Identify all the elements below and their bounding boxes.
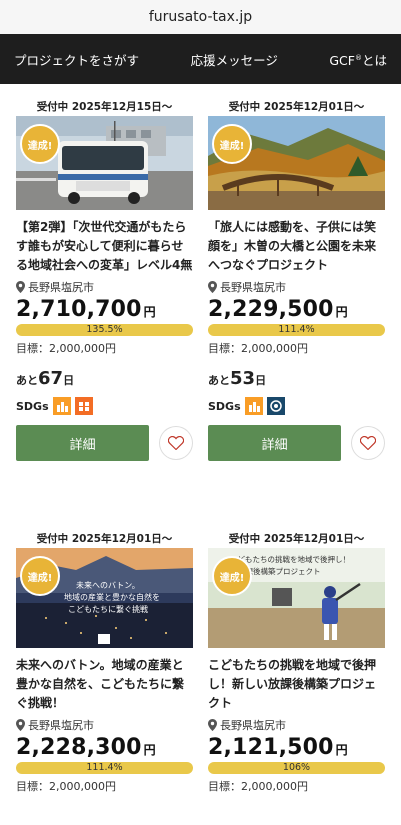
details-button[interactable]: 詳細 xyxy=(16,425,150,461)
remain-prefix: あと xyxy=(208,374,230,387)
yen-unit: 円 xyxy=(335,743,348,757)
progress-bar: 111.4% xyxy=(16,762,193,774)
sdgs-row: SDGs xyxy=(16,397,193,415)
achieved-badge: 達成! xyxy=(212,556,252,596)
progress-bar: 111.4% xyxy=(208,324,385,336)
project-title[interactable]: 【第2弾】「次世代交通がもたらす誰もが安心して便利に暮らせる地域社会への変革」レ… xyxy=(16,218,193,275)
sdg-goal-11-icon xyxy=(244,397,263,415)
card-actions: 詳細 xyxy=(16,425,193,461)
sdgs-label: SDGs xyxy=(208,399,241,413)
goal-amount: 目標：2,000,000円 xyxy=(208,780,308,793)
project-location: 長野県塩尻市 xyxy=(208,717,385,733)
svg-text:こどもたちの挑戦を地域で後押し！: こどもたちの挑戦を地域で後押し！ xyxy=(230,554,350,564)
achieved-badge: 達成! xyxy=(212,124,252,164)
project-card[interactable]: 受付中 2025年12月15日〜 達成! 【第2弾】「次世代交通がもたらす誰もが… xyxy=(16,98,193,461)
amount-value: 2,228,300 xyxy=(16,735,142,760)
location-pin-icon xyxy=(208,281,217,293)
location-pin-icon xyxy=(16,719,25,731)
remain-prefix: あと xyxy=(16,374,38,387)
accepting-date: 受付中 2025年12月01日〜 xyxy=(16,530,193,548)
days-remaining: あと67日 xyxy=(16,368,193,389)
details-button[interactable]: 詳細 xyxy=(208,425,342,461)
location-text: 長野県塩尻市 xyxy=(220,281,286,294)
raised-amount: 2,121,500 円 xyxy=(208,735,385,760)
heart-icon xyxy=(168,436,185,450)
remain-suffix: 日 xyxy=(63,374,75,387)
top-navigation: プロジェクトをさがす 応援メッセージ GCF®とは xyxy=(0,34,401,84)
days-remaining: あと53日 xyxy=(208,368,385,389)
achieved-badge: 達成! xyxy=(20,124,60,164)
project-image-bridge[interactable]: 達成! xyxy=(208,116,385,210)
sdg-goal-11-icon xyxy=(52,397,71,415)
project-card[interactable]: 受付中 2025年12月01日〜 こどもたちの挑戦を地域で後押し！ 放課後構築プ… xyxy=(208,530,385,794)
favorite-button[interactable] xyxy=(351,426,385,460)
project-title[interactable]: こどもたちの挑戦を地域で後押し！新しい放課後構築プロジェクト xyxy=(208,656,385,713)
accepting-date: 受付中 2025年12月01日〜 xyxy=(208,530,385,548)
sdgs-label: SDGs xyxy=(16,399,49,413)
location-pin-icon xyxy=(16,281,25,293)
progress-percent: 111.4% xyxy=(86,762,123,773)
nav-gcf-text: GCF xyxy=(329,52,355,68)
project-image-baseball[interactable]: こどもたちの挑戦を地域で後押し！ 放課後構築プロジェクト 達成! xyxy=(208,548,385,648)
achieved-badge: 達成! xyxy=(20,556,60,596)
amount-value: 2,229,500 xyxy=(208,297,334,322)
yen-unit: 円 xyxy=(143,305,156,319)
nav-find-projects[interactable]: プロジェクトをさがす xyxy=(14,50,139,69)
project-title[interactable]: 未来へのバトン。地域の産業と豊かな自然を、こどもたちに繋ぐ挑戦！ xyxy=(16,656,193,713)
svg-text:地域の産業と豊かな自然を: 地域の産業と豊かな自然を xyxy=(64,592,160,602)
remain-days: 67 xyxy=(38,368,64,389)
location-text: 長野県塩尻市 xyxy=(28,281,94,294)
progress-bar: 135.5% xyxy=(16,324,193,336)
sdgs-row: SDGs xyxy=(208,397,385,415)
raised-amount: 2,228,300 円 xyxy=(16,735,193,760)
sdg-goal-17-icon xyxy=(266,397,285,415)
raised-amount: 2,710,700 円 xyxy=(16,297,193,322)
yen-unit: 円 xyxy=(335,305,348,319)
goal-amount: 目標：2,000,000円 xyxy=(16,780,116,793)
location-pin-icon xyxy=(208,719,217,731)
project-card[interactable]: 受付中 2025年12月01日〜 未来へのバトン。 地域の産業と豊かな自然を こ… xyxy=(16,530,193,794)
project-title[interactable]: 「旅人には感動を、子供には笑顔を」木曽の大橋と公園を未来へつなぐプロジェクト xyxy=(208,218,385,275)
progress-percent: 135.5% xyxy=(86,324,123,335)
sdg-goal-9-icon xyxy=(74,397,93,415)
nav-about-gcf[interactable]: GCF®とは xyxy=(329,50,387,69)
location-text: 長野県塩尻市 xyxy=(220,719,286,732)
card-actions: 詳細 xyxy=(208,425,385,461)
favorite-button[interactable] xyxy=(159,426,193,460)
svg-text:未来へのバトン。: 未来へのバトン。 xyxy=(76,580,140,590)
raised-amount: 2,229,500 円 xyxy=(208,297,385,322)
accepting-date: 受付中 2025年12月01日〜 xyxy=(208,98,385,116)
remain-suffix: 日 xyxy=(255,374,267,387)
amount-value: 2,710,700 xyxy=(16,297,142,322)
project-image-bus[interactable]: 達成! xyxy=(16,116,193,210)
project-card[interactable]: 受付中 2025年12月01日〜 達成! 「旅人には感動を、子供には笑顔を」木曽… xyxy=(208,98,385,461)
nav-support-messages[interactable]: 応援メッセージ xyxy=(191,50,278,69)
browser-url-bar[interactable]: furusato-tax.jp xyxy=(0,0,401,34)
progress-bar: 106% xyxy=(208,762,385,774)
svg-text:こどもたちに繋ぐ挑戦: こどもたちに繋ぐ挑戦 xyxy=(68,604,148,614)
project-location: 長野県塩尻市 xyxy=(16,279,193,295)
goal-amount: 目標：2,000,000円 xyxy=(208,342,308,355)
amount-value: 2,121,500 xyxy=(208,735,334,760)
project-location: 長野県塩尻市 xyxy=(208,279,385,295)
remain-days: 53 xyxy=(230,368,256,389)
progress-percent: 106% xyxy=(282,762,311,773)
heart-icon xyxy=(360,436,377,450)
project-location: 長野県塩尻市 xyxy=(16,717,193,733)
progress-percent: 111.4% xyxy=(278,324,315,335)
accepting-date: 受付中 2025年12月15日〜 xyxy=(16,98,193,116)
url-text: furusato-tax.jp xyxy=(148,9,253,25)
project-image-night-view[interactable]: 未来へのバトン。 地域の産業と豊かな自然を こどもたちに繋ぐ挑戦 達成! xyxy=(16,548,193,648)
location-text: 長野県塩尻市 xyxy=(28,719,94,732)
goal-amount: 目標：2,000,000円 xyxy=(16,342,116,355)
yen-unit: 円 xyxy=(143,743,156,757)
